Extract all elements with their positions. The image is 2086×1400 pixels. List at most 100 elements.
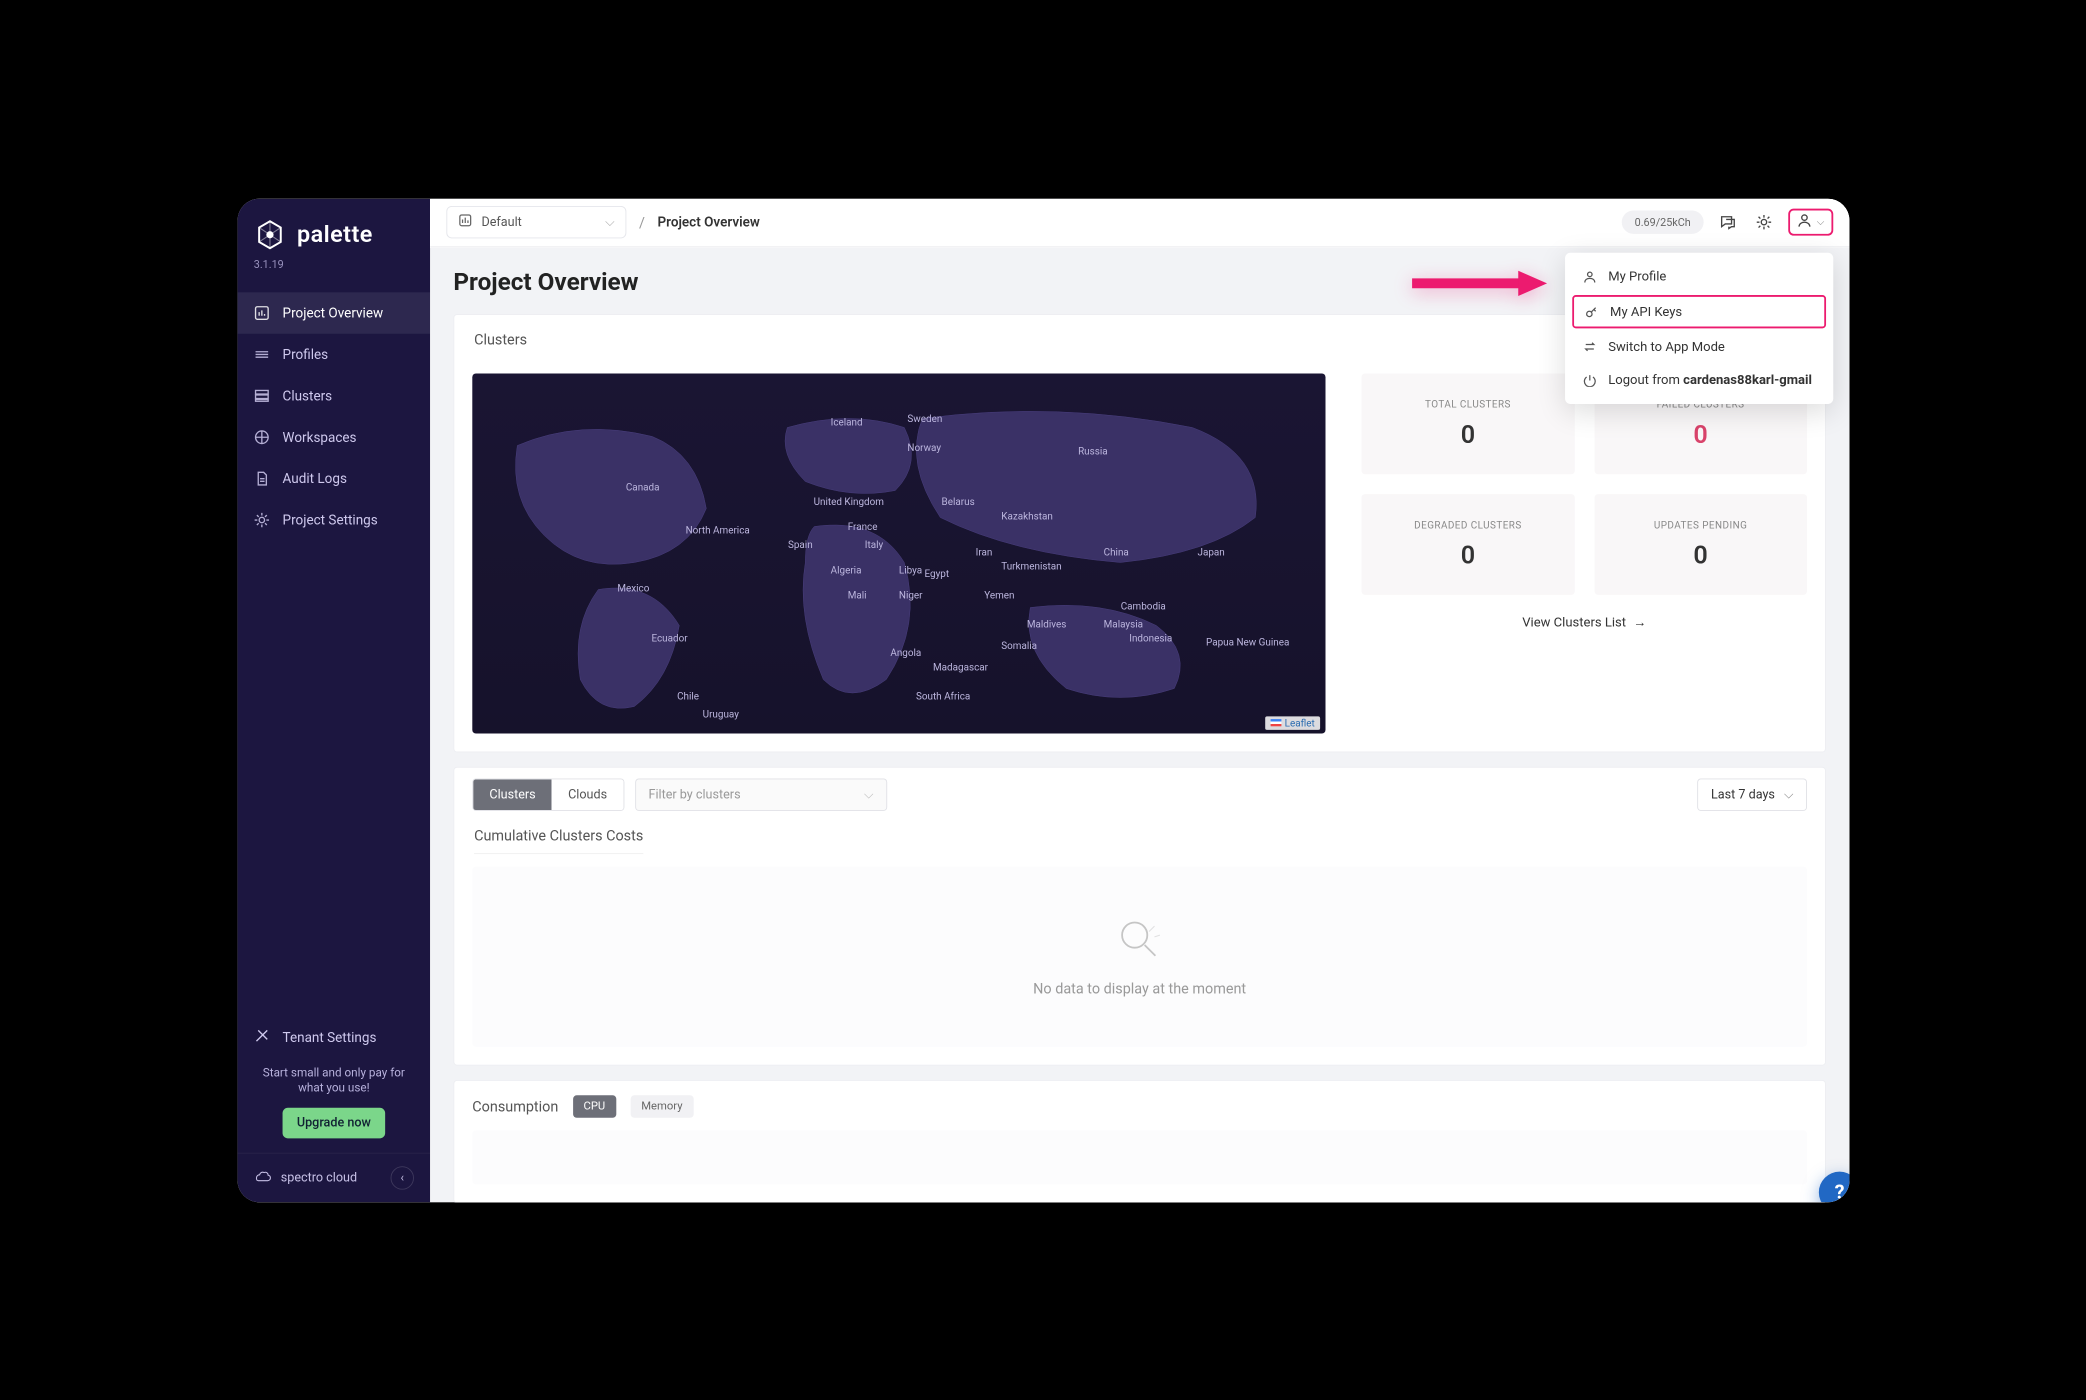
leaflet-attribution[interactable]: Leaflet bbox=[1264, 716, 1319, 730]
map-country-label: Sweden bbox=[907, 412, 942, 424]
menu-my-profile[interactable]: My Profile bbox=[1565, 259, 1833, 292]
map-country-label: Angola bbox=[890, 646, 921, 658]
costs-empty-state: No data to display at the moment bbox=[472, 866, 1807, 1046]
pill-cpu[interactable]: CPU bbox=[572, 1095, 615, 1118]
stat-degraded-clusters: Degraded Clusters0 bbox=[1361, 493, 1574, 594]
sidebar-item-label: Project Overview bbox=[282, 304, 383, 320]
map-country-label: Iceland bbox=[830, 416, 862, 428]
chevron-down-icon: ⌵ bbox=[864, 787, 874, 801]
sidebar-item-project-settings[interactable]: Project Settings bbox=[237, 499, 430, 540]
map-country-label: Canada bbox=[626, 481, 660, 493]
user-dropdown: My Profile My API Keys Switch to App Mod… bbox=[1565, 252, 1833, 403]
map-country-label: Mexico bbox=[617, 582, 649, 594]
map-country-label: Madagascar bbox=[933, 661, 988, 673]
spectro-cloud-label: spectro cloud bbox=[253, 1167, 356, 1189]
user-icon bbox=[1796, 213, 1810, 231]
switch-icon bbox=[1581, 340, 1597, 354]
sidebar-item-clusters[interactable]: Clusters bbox=[237, 375, 430, 416]
collapse-sidebar-button[interactable]: ‹ bbox=[390, 1166, 413, 1189]
project-selector-label: Default bbox=[481, 215, 521, 229]
user-menu-button[interactable]: ⌵ bbox=[1787, 209, 1832, 236]
key-icon bbox=[1583, 304, 1599, 318]
chat-icon[interactable] bbox=[1715, 210, 1738, 233]
breadcrumb-separator: / bbox=[638, 214, 644, 231]
map-country-label: Indonesia bbox=[1129, 632, 1172, 644]
sidebar-item-tenant-settings[interactable]: Tenant Settings bbox=[253, 1016, 413, 1057]
stat-total-clusters: Total Clusters0 bbox=[1361, 373, 1574, 474]
map-country-label: Niger bbox=[899, 589, 923, 601]
cluster-map[interactable]: IcelandSwedenNorwayRussiaCanadaUnited Ki… bbox=[472, 373, 1325, 733]
sidebar-item-label: Audit Logs bbox=[282, 470, 346, 486]
map-country-label: Yemen bbox=[984, 589, 1014, 601]
workspace-icon bbox=[253, 429, 269, 445]
profile-icon bbox=[1581, 269, 1597, 283]
project-selector[interactable]: Default ⌵ bbox=[446, 206, 626, 238]
map-country-label: United Kingdom bbox=[813, 495, 883, 507]
map-country-label: Kazakhstan bbox=[1001, 510, 1053, 522]
map-country-label: Turkmenistan bbox=[1001, 560, 1061, 572]
map-country-label: China bbox=[1103, 546, 1128, 558]
map-country-label: Malaysia bbox=[1103, 618, 1142, 630]
filter-by-clusters-select[interactable]: Filter by clusters⌵ bbox=[635, 778, 887, 810]
settings-gear-icon[interactable] bbox=[1751, 210, 1774, 233]
sidebar-item-project-overview[interactable]: Project Overview bbox=[237, 292, 430, 333]
map-country-label: Japan bbox=[1197, 546, 1224, 558]
map-country-label: Cambodia bbox=[1120, 600, 1165, 612]
main-area: Default ⌵ / Project Overview 0.69/25kCh … bbox=[430, 198, 1849, 1202]
chevron-down-icon: ⌵ bbox=[605, 215, 615, 229]
map-country-label: Somalia bbox=[1001, 639, 1037, 651]
map-country-label: Belarus bbox=[941, 495, 974, 507]
upgrade-button[interactable]: Upgrade now bbox=[282, 1107, 385, 1138]
view-clusters-list-link[interactable]: View Clusters List→ bbox=[1361, 614, 1807, 629]
toggle-clouds[interactable]: Clouds bbox=[552, 779, 623, 810]
layers-icon bbox=[253, 346, 269, 362]
map-country-label: Mali bbox=[847, 589, 866, 601]
sidebar-item-label: Clusters bbox=[282, 387, 332, 403]
map-country-label: Maldives bbox=[1027, 618, 1067, 630]
pill-memory[interactable]: Memory bbox=[630, 1095, 693, 1118]
chevron-down-icon: ⌵ bbox=[1784, 787, 1794, 801]
gear-icon bbox=[253, 511, 269, 527]
version-label: 3.1.19 bbox=[237, 258, 430, 292]
usage-badge: 0.69/25kCh bbox=[1622, 210, 1703, 233]
toggle-clusters[interactable]: Clusters bbox=[473, 779, 552, 810]
brand-name: palette bbox=[296, 221, 372, 248]
sidebar-collapse-bar: spectro cloud ‹ bbox=[237, 1152, 430, 1202]
map-country-label: North America bbox=[685, 524, 749, 536]
menu-logout[interactable]: Logout from cardenas88karl-gmail bbox=[1565, 363, 1833, 396]
sidebar-item-label: Profiles bbox=[282, 346, 328, 362]
promo-text: Start small and only pay for what you us… bbox=[253, 1058, 413, 1108]
map-country-label: Iran bbox=[975, 546, 992, 558]
annotation-arrow bbox=[1412, 268, 1547, 300]
tools-icon bbox=[253, 1027, 269, 1047]
empty-state-text: No data to display at the moment bbox=[1033, 980, 1246, 997]
magnifier-icon bbox=[1114, 915, 1164, 965]
menu-my-api-keys[interactable]: My API Keys bbox=[1572, 295, 1826, 328]
sidebar-item-label: Workspaces bbox=[282, 429, 356, 445]
sidebar-item-label: Project Settings bbox=[282, 511, 377, 527]
map-country-label: Italy bbox=[864, 538, 882, 550]
chevron-down-icon: ⌵ bbox=[1816, 216, 1824, 229]
stat-updates-pending: Updates Pending0 bbox=[1594, 493, 1807, 594]
menu-switch-app-mode[interactable]: Switch to App Mode bbox=[1565, 330, 1833, 363]
map-country-label: Norway bbox=[907, 441, 941, 453]
map-country-label: Ecuador bbox=[651, 632, 687, 644]
map-country-label: Libya bbox=[899, 564, 922, 576]
map-country-label: Egypt bbox=[924, 567, 949, 579]
spectro-cloud-icon bbox=[253, 1167, 271, 1189]
sidebar-item-audit-logs[interactable]: Audit Logs bbox=[237, 457, 430, 498]
consumption-card: Consumption CPU Memory bbox=[453, 1079, 1826, 1201]
project-icon bbox=[458, 213, 472, 231]
date-range-select[interactable]: Last 7 days⌵ bbox=[1697, 778, 1807, 810]
sidebar-item-workspaces[interactable]: Workspaces bbox=[237, 416, 430, 457]
topbar: Default ⌵ / Project Overview 0.69/25kCh … bbox=[430, 198, 1849, 247]
map-country-label: Uruguay bbox=[702, 708, 738, 720]
cluster-cloud-toggle: Clusters Clouds bbox=[472, 778, 624, 810]
breadcrumb-current: Project Overview bbox=[657, 214, 759, 230]
sidebar-nav: Project Overview Profiles Clusters Works… bbox=[237, 292, 430, 540]
palette-logo-icon bbox=[253, 218, 285, 250]
map-country-label: Spain bbox=[788, 538, 813, 550]
sidebar-item-profiles[interactable]: Profiles bbox=[237, 333, 430, 374]
map-country-label: South Africa bbox=[916, 690, 970, 702]
map-country-label: Algeria bbox=[830, 564, 861, 576]
